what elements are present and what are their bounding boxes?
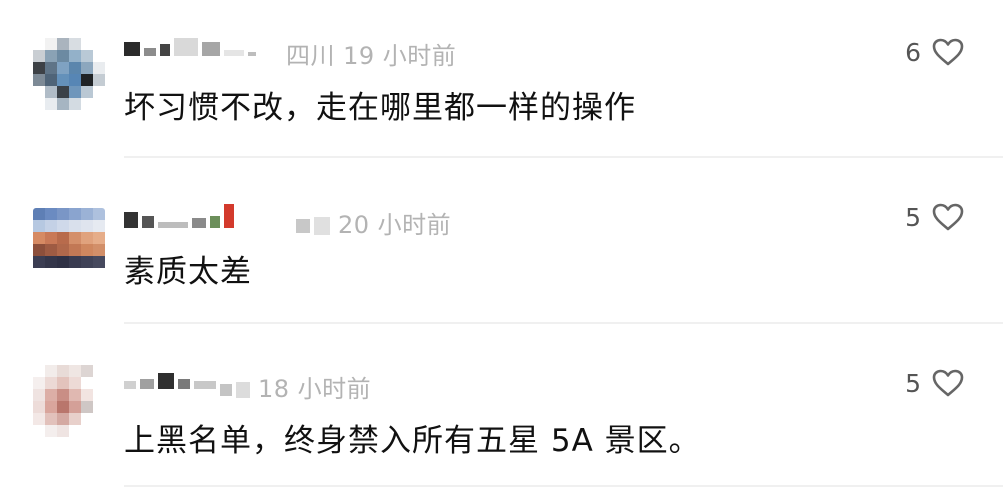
comment-text: 坏习惯不改，走在哪里都一样的操作 <box>124 90 636 126</box>
divider <box>124 485 1003 487</box>
comment-meta: 四川 19 小时前 <box>286 36 456 71</box>
username-redacted[interactable] <box>124 34 256 56</box>
comment-meta: 20 小时前 <box>296 205 451 240</box>
like-count: 5 <box>905 203 921 232</box>
comment-text: 上黑名单，终身禁入所有五星 5A 景区。 <box>124 423 701 459</box>
comment-text: 素质太差 <box>124 254 252 290</box>
comment-item: 四川 19 小时前 坏习惯不改，走在哪里都一样的操作 6 <box>0 0 1003 160</box>
location-redacted <box>220 384 232 396</box>
location-redacted <box>296 219 310 233</box>
comment-time: 18 小时前 <box>258 375 372 403</box>
location-redacted <box>236 382 250 398</box>
comment-time: 19 小时前 <box>343 42 457 70</box>
username-redacted[interactable] <box>124 204 234 228</box>
heart-outline-icon[interactable] <box>931 202 965 232</box>
like-count: 6 <box>905 38 921 67</box>
comment-time: 20 小时前 <box>338 211 452 239</box>
comment-item: 20 小时前 素质太差 5 <box>0 160 1003 325</box>
location-redacted <box>314 217 330 235</box>
avatar[interactable] <box>33 365 105 437</box>
like-count: 5 <box>905 369 921 398</box>
heart-outline-icon[interactable] <box>931 37 965 67</box>
avatar[interactable] <box>33 38 105 110</box>
heart-outline-icon[interactable] <box>931 368 965 398</box>
divider <box>124 322 1003 324</box>
comment-meta: 18 小时前 <box>220 369 371 404</box>
avatar[interactable] <box>33 208 105 280</box>
comment-location: 四川 <box>286 42 335 70</box>
divider <box>124 156 1003 158</box>
comment-item: 18 小时前 上黑名单，终身禁入所有五星 5A 景区。 5 <box>0 325 1003 490</box>
username-redacted[interactable] <box>124 367 216 389</box>
